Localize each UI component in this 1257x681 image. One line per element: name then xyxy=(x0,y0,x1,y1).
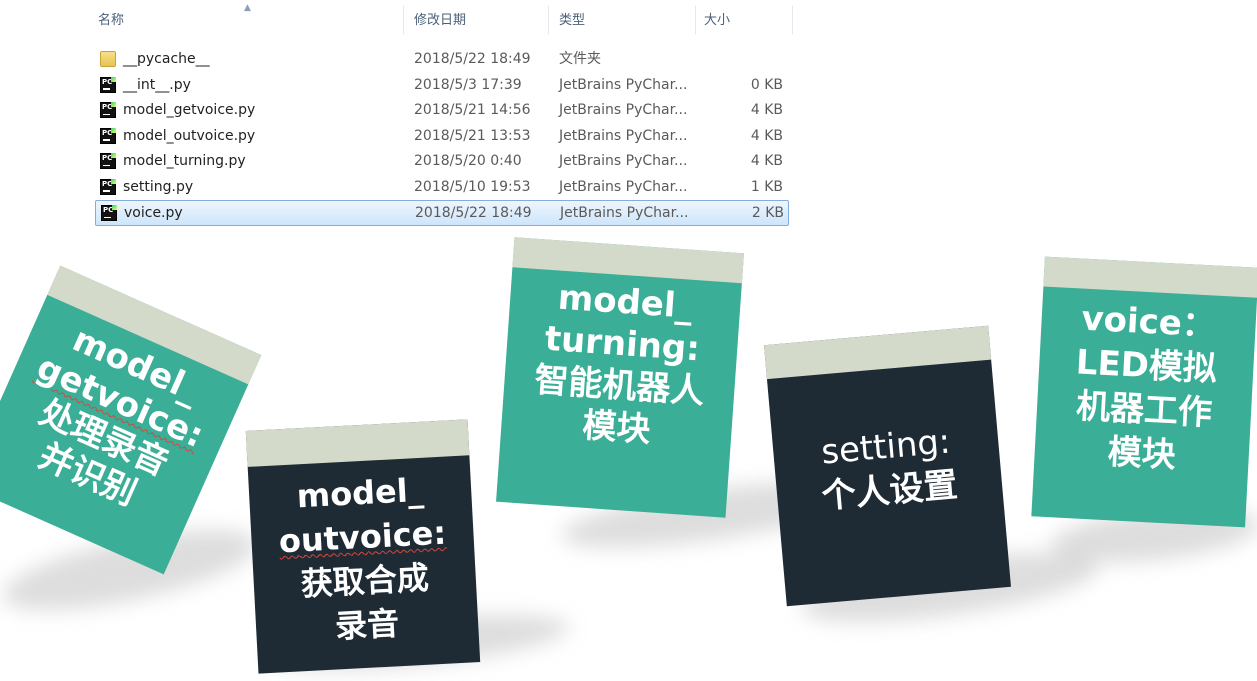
pycharm-file-icon: PC xyxy=(100,76,116,93)
file-row-voice[interactable]: PC voice.py 2018/5/22 18:49 JetBrains Py… xyxy=(95,200,789,226)
file-row-model-turning[interactable]: PC model_turning.py 2018/5/20 0:40 JetBr… xyxy=(95,149,789,175)
file-size: 4 KB xyxy=(750,127,783,144)
column-divider[interactable] xyxy=(403,6,404,34)
pycharm-file-icon: PC xyxy=(101,205,117,221)
pycharm-file-icon: PC xyxy=(100,153,116,169)
file-name: __pycache__ xyxy=(123,51,210,67)
file-type: JetBrains PyChar... xyxy=(559,153,688,169)
note-text: model_ turning: 智能机器人 模块 xyxy=(500,273,741,457)
file-date: 2018/5/21 14:56 xyxy=(414,102,531,118)
note-tab xyxy=(1043,256,1257,298)
column-divider[interactable] xyxy=(548,6,549,34)
column-divider[interactable] xyxy=(695,6,696,34)
file-type: JetBrains PyChar... xyxy=(560,205,689,221)
file-size: 4 KB xyxy=(750,153,783,169)
column-header-name[interactable]: 名称 xyxy=(98,12,124,30)
file-row-model-getvoice[interactable]: PC model_getvoice.py 2018/5/21 14:56 Jet… xyxy=(95,98,789,124)
file-row-model-outvoice[interactable]: PC model_outvoice.py 2018/5/21 13:53 Jet… xyxy=(95,124,789,150)
file-date: 2018/5/22 18:49 xyxy=(414,51,531,67)
pycharm-file-icon: PC xyxy=(100,127,116,144)
folder-icon xyxy=(100,51,116,67)
column-header-bar: 名称 ▲ 修改日期 类型 大小 xyxy=(78,0,794,40)
file-date: 2018/5/3 17:39 xyxy=(414,76,522,93)
note-outvoice: model_ outvoice: 获取合成 录音 xyxy=(245,419,481,674)
file-date: 2018/5/22 18:49 xyxy=(415,205,532,221)
file-date: 2018/5/20 0:40 xyxy=(414,153,522,169)
pycharm-file-icon: PC xyxy=(100,102,116,118)
file-size: 4 KB xyxy=(750,102,783,118)
note-setting: setting: 个人设置 xyxy=(764,325,1011,607)
column-header-type[interactable]: 类型 xyxy=(559,12,585,30)
file-row-pycache[interactable]: __pycache__ 2018/5/22 18:49 文件夹 xyxy=(95,47,789,73)
note-voice: voice： LED模拟 机器工作 模块 xyxy=(1031,256,1257,528)
column-header-size[interactable]: 大小 xyxy=(704,12,730,30)
pycharm-file-icon: PC xyxy=(100,178,116,195)
file-row-int[interactable]: PC __int__.py 2018/5/3 17:39 JetBrains P… xyxy=(95,73,789,99)
file-type: JetBrains PyChar... xyxy=(559,102,688,118)
file-type: 文件夹 xyxy=(559,51,601,67)
file-size: 0 KB xyxy=(750,76,783,93)
file-type: JetBrains PyChar... xyxy=(559,127,688,144)
file-name: model_getvoice.py xyxy=(123,102,256,118)
file-name: setting.py xyxy=(123,178,194,195)
sort-ascending-icon: ▲ xyxy=(244,3,251,13)
note-text: setting: 个人设置 xyxy=(772,415,1004,522)
file-name: model_turning.py xyxy=(123,153,246,169)
file-name: __int__.py xyxy=(123,76,191,93)
file-type: JetBrains PyChar... xyxy=(559,178,688,195)
column-header-date[interactable]: 修改日期 xyxy=(414,12,466,30)
note-text: voice： LED模拟 机器工作 模块 xyxy=(1034,295,1257,482)
file-date: 2018/5/10 19:53 xyxy=(414,178,531,195)
file-type: JetBrains PyChar... xyxy=(559,76,688,93)
note-text: model_ outvoice: 获取合成 录音 xyxy=(248,465,479,652)
file-name: voice.py xyxy=(124,205,183,221)
column-divider[interactable] xyxy=(792,6,793,34)
file-size: 2 KB xyxy=(751,205,784,221)
file-row-setting[interactable]: PC setting.py 2018/5/10 19:53 JetBrains … xyxy=(95,175,789,201)
file-list: __pycache__ 2018/5/22 18:49 文件夹 PC __int… xyxy=(95,47,789,226)
file-name: model_outvoice.py xyxy=(123,127,256,144)
file-size: 1 KB xyxy=(750,178,783,195)
file-date: 2018/5/21 13:53 xyxy=(414,127,531,144)
note-turning: model_ turning: 智能机器人 模块 xyxy=(496,237,744,518)
